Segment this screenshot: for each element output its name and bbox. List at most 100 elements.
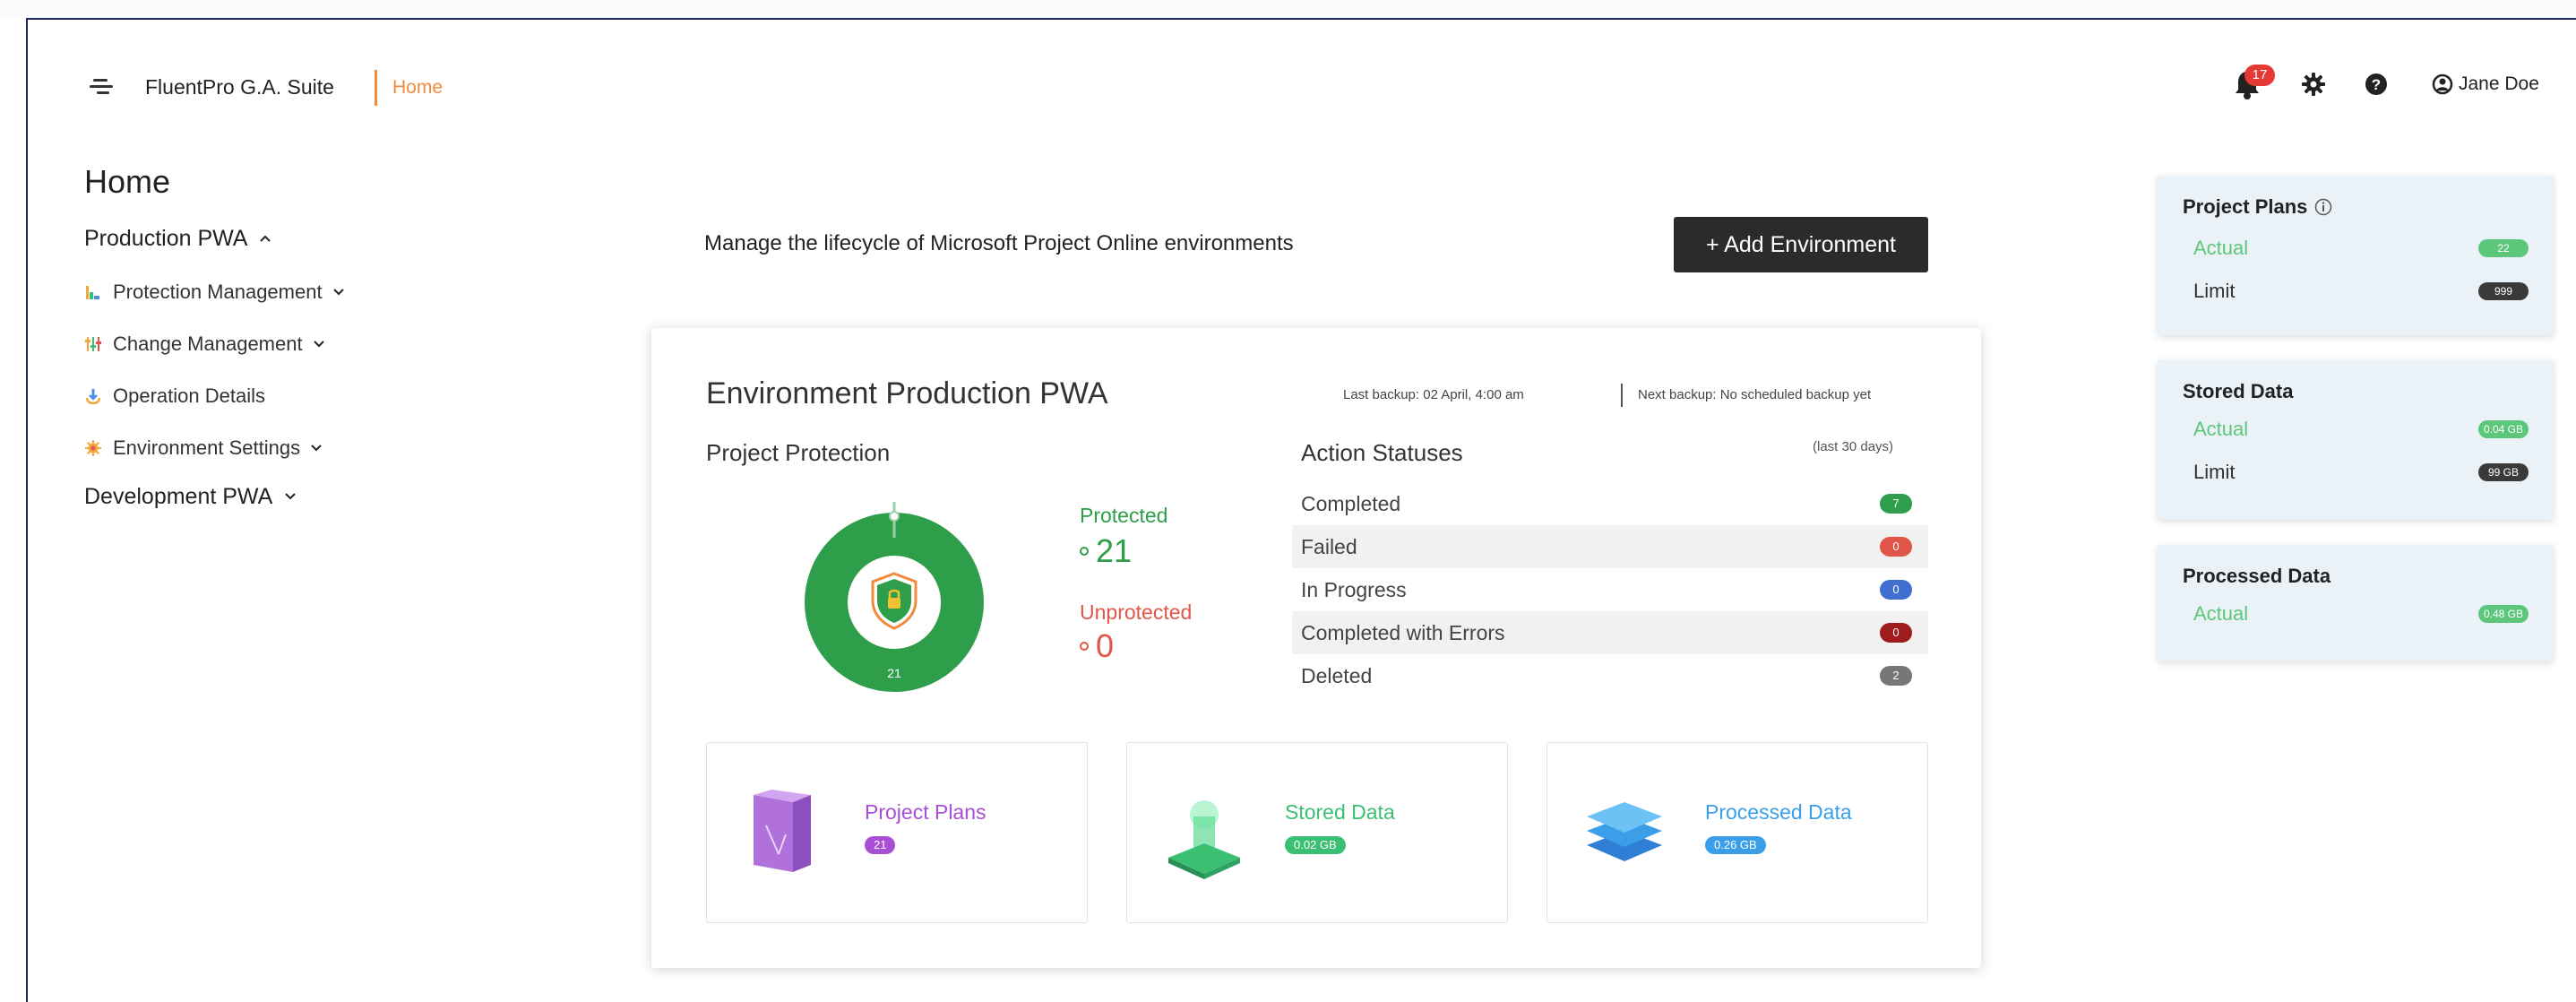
- sidebar-item-label: Change Management: [113, 333, 303, 355]
- stat-label: Stored Data: [1285, 800, 1395, 824]
- user-icon: [2432, 73, 2453, 95]
- environment-card: Environment Production PWA Last backup: …: [651, 328, 1981, 968]
- unprotected-count: 0: [1096, 627, 1115, 664]
- status-label: In Progress: [1301, 577, 1407, 601]
- notification-badge: 17: [2244, 65, 2275, 86]
- stat-value-badge: 21: [865, 836, 896, 854]
- legend-dot: [1080, 547, 1089, 556]
- row-label: Limit: [2193, 461, 2236, 483]
- row-label: Actual: [2193, 237, 2249, 259]
- settings-icon: [85, 440, 101, 456]
- sidebar-item-label: Environment Settings: [113, 436, 301, 459]
- action-statuses-period: (last 30 days): [1813, 439, 1894, 454]
- stat-value-badge: 0.26 GB: [1705, 836, 1766, 854]
- status-label: Deleted: [1301, 663, 1373, 687]
- row-value-badge: 22: [2478, 239, 2529, 257]
- nav-group-label: Production PWA: [84, 225, 248, 251]
- svg-text:?: ?: [2372, 76, 2381, 93]
- status-row-in-progress[interactable]: In Progress 0: [1292, 568, 1928, 611]
- operations-icon: [85, 389, 101, 405]
- nav-group-development-pwa[interactable]: Development PWA: [84, 480, 344, 513]
- panel-row-limit: Limit 999: [2193, 280, 2529, 303]
- stat-value-badge: 0.02 GB: [1285, 836, 1346, 854]
- status-row-deleted[interactable]: Deleted 2: [1292, 654, 1928, 697]
- app-name[interactable]: FluentPro G.A. Suite: [145, 75, 334, 99]
- status-count-badge: 0: [1880, 623, 1912, 643]
- stat-label: Project Plans: [865, 800, 986, 824]
- project-protection-title: Project Protection: [706, 439, 891, 466]
- status-label: Completed with Errors: [1301, 620, 1505, 644]
- sidebar-nav: Production PWA Protection Management Cha…: [84, 222, 344, 513]
- protected-count: 21: [1096, 532, 1133, 569]
- row-label: Limit: [2193, 280, 2236, 302]
- gear-icon[interactable]: [2301, 72, 2326, 97]
- status-count-badge: 2: [1880, 666, 1912, 686]
- panel-row-actual: Actual 0.48 GB: [2193, 602, 2529, 626]
- sidebar-item-operation-details[interactable]: Operation Details: [84, 382, 344, 410]
- stored-data-icon: [1168, 800, 1240, 879]
- next-backup: Next backup: No scheduled backup yet: [1638, 387, 1872, 402]
- row-value-badge: 0.04 GB: [2477, 420, 2529, 438]
- row-value-badge: 0.48 GB: [2477, 605, 2529, 623]
- processed-data-icon: [1587, 802, 1662, 861]
- sidebar-item-label: Protection Management: [113, 281, 323, 303]
- legend-dot: [1080, 642, 1089, 651]
- chart-icon: [86, 286, 99, 299]
- sliders-icon: [85, 337, 101, 351]
- status-row-failed[interactable]: Failed 0: [1292, 525, 1928, 568]
- row-label: Actual: [2193, 602, 2249, 625]
- breadcrumb-separator: [375, 70, 377, 106]
- status-count-badge: 0: [1880, 537, 1912, 557]
- sidebar-item-environment-settings[interactable]: Environment Settings: [84, 434, 344, 462]
- chevron-down-icon: [332, 289, 344, 296]
- panel-title: Stored Data: [2183, 380, 2294, 402]
- panel-row-limit: Limit 99 GB: [2193, 461, 2529, 484]
- action-statuses-title: Action Statuses: [1301, 439, 1463, 466]
- help-icon[interactable]: ?: [2364, 72, 2389, 97]
- nav-group-production-pwa[interactable]: Production PWA: [84, 222, 344, 255]
- row-value-badge: 99 GB: [2478, 463, 2529, 481]
- panel-title-text: Project Plans: [2183, 195, 2308, 218]
- sidebar-item-protection-management[interactable]: Protection Management: [84, 278, 344, 307]
- breadcrumb-home[interactable]: Home: [392, 77, 443, 99]
- panel-title: Processed Data: [2183, 565, 2331, 587]
- status-label: Failed: [1301, 534, 1357, 558]
- page-title: Home: [84, 163, 171, 200]
- stat-stored-data[interactable]: Stored Data 0.02 GB: [1126, 742, 1508, 923]
- project-plans-icon: [754, 790, 811, 872]
- panel-row-actual: Actual 0.04 GB: [2193, 418, 2529, 441]
- unprotected-label: Unprotected: [1080, 600, 1193, 624]
- panel-processed-data: Processed Data Actual 0.48 GB: [2158, 545, 2554, 661]
- action-status-list: Completed 7 Failed 0 In Progress 0 Compl…: [1292, 482, 1928, 697]
- info-icon[interactable]: [2314, 198, 2332, 216]
- backup-separator: [1621, 384, 1623, 407]
- user-menu[interactable]: Jane Doe: [2432, 72, 2539, 97]
- nav-group-label: Development PWA: [84, 483, 273, 509]
- page-description: Manage the lifecycle of Microsoft Projec…: [704, 231, 1294, 255]
- menu-icon[interactable]: [90, 77, 113, 97]
- row-label: Actual: [2193, 418, 2249, 440]
- donut-center-value: 21: [887, 666, 901, 680]
- status-label: Completed: [1301, 491, 1401, 515]
- stat-processed-data[interactable]: Processed Data 0.26 GB: [1546, 742, 1928, 923]
- protection-donut[interactable]: 21: [805, 495, 984, 692]
- add-environment-button[interactable]: + Add Environment: [1674, 217, 1928, 272]
- environment-title[interactable]: Environment Production PWA: [706, 376, 1108, 411]
- protected-value: 21: [1080, 532, 1132, 570]
- panel-stored-data: Stored Data Actual 0.04 GB Limit 99 GB: [2158, 360, 2554, 520]
- stat-label: Processed Data: [1705, 800, 1852, 824]
- stat-project-plans[interactable]: Project Plans 21: [706, 742, 1088, 923]
- panel-title: Project Plans: [2183, 195, 2332, 219]
- status-row-completed-with-errors[interactable]: Completed with Errors 0: [1292, 611, 1928, 654]
- status-count-badge: 7: [1880, 494, 1912, 514]
- status-row-completed[interactable]: Completed 7: [1292, 482, 1928, 525]
- chevron-down-icon: [285, 493, 296, 500]
- row-value-badge: 999: [2478, 282, 2529, 300]
- last-backup: Last backup: 02 April, 4:00 am: [1343, 387, 1524, 402]
- sidebar-item-label: Operation Details: [113, 384, 265, 407]
- sidebar-item-change-management[interactable]: Change Management: [84, 330, 344, 358]
- panel-project-plans: Project Plans Actual 22 Limit 999: [2158, 176, 2554, 335]
- protected-label: Protected: [1080, 504, 1168, 527]
- status-count-badge: 0: [1880, 580, 1912, 600]
- chevron-up-icon: [260, 235, 271, 242]
